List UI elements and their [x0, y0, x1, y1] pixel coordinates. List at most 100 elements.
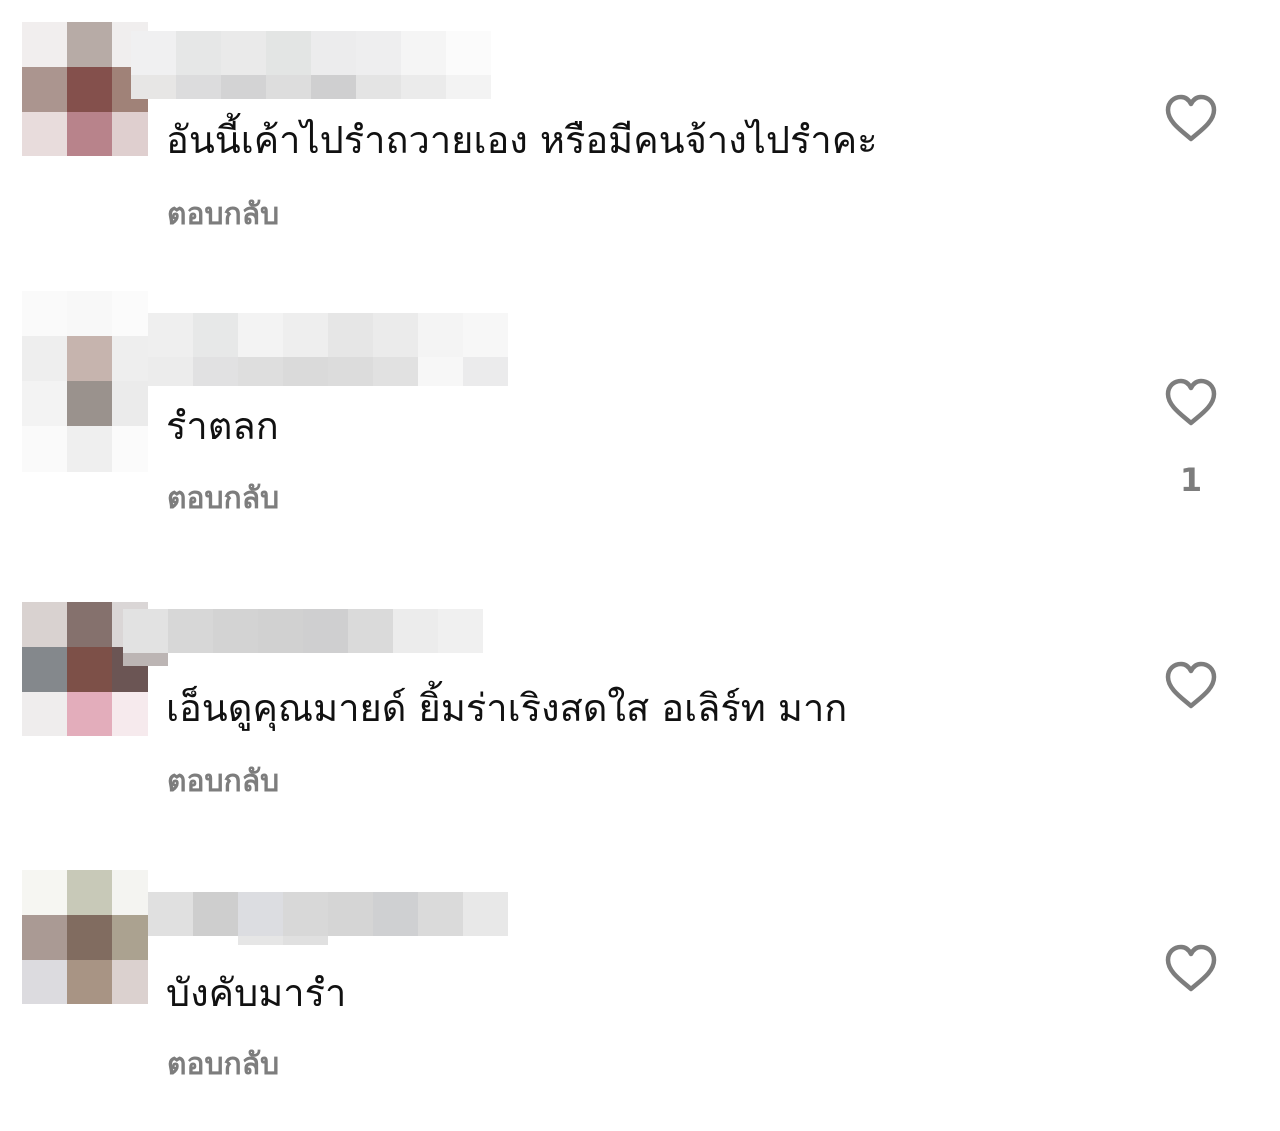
avatar-pixel	[22, 381, 67, 426]
username-pixel	[303, 609, 348, 653]
username-pixel	[148, 313, 193, 357]
avatar[interactable]	[22, 291, 148, 472]
username-pixel	[238, 892, 283, 936]
username-blurred[interactable]	[131, 31, 491, 99]
username-pixel	[193, 892, 238, 936]
comment-item: อันนี้เค้าไปรำถวายเอง หรือมีคนจ้างไปรำคะ…	[0, 0, 1280, 250]
avatar-pixel	[112, 915, 148, 960]
username-blurred[interactable]	[148, 313, 508, 386]
username-pixel	[213, 653, 258, 666]
avatar-pixel	[22, 112, 67, 156]
like-button[interactable]	[1164, 94, 1218, 144]
username-pixel	[258, 609, 303, 653]
username-pixel	[148, 357, 193, 386]
avatar-pixel	[112, 291, 148, 336]
username-pixel	[446, 31, 491, 75]
username-pixel	[393, 609, 438, 653]
username-pixel	[463, 892, 508, 936]
username-pixel	[373, 357, 418, 386]
avatar-pixel	[67, 692, 112, 736]
username-pixel	[348, 653, 393, 666]
reply-button[interactable]: ตอบกลับ	[167, 1045, 279, 1085]
username-pixel	[283, 357, 328, 386]
username-pixel	[283, 313, 328, 357]
like-button[interactable]	[1164, 944, 1218, 994]
avatar-pixel	[22, 602, 67, 647]
comments-list: อันนี้เค้าไปรำถวายเอง หรือมีคนจ้างไปรำคะ…	[0, 0, 1280, 1131]
username-pixel	[463, 936, 508, 945]
avatar-pixel	[67, 22, 112, 67]
username-blurred[interactable]	[123, 609, 525, 677]
avatar-pixel	[112, 870, 148, 915]
username-pixel	[373, 892, 418, 936]
username-blurred[interactable]	[148, 892, 549, 945]
avatar-pixel	[112, 426, 148, 472]
username-pixel	[168, 609, 213, 653]
avatar-pixel	[22, 336, 67, 381]
avatar[interactable]	[22, 870, 148, 1004]
username-pixel	[213, 609, 258, 653]
avatar-pixel	[67, 870, 112, 915]
username-pixel	[193, 357, 238, 386]
avatar-pixel	[22, 22, 67, 67]
reply-button[interactable]: ตอบกลับ	[167, 195, 279, 235]
username-pixel	[148, 892, 193, 936]
username-pixel	[328, 892, 373, 936]
username-pixel	[221, 31, 266, 75]
username-pixel	[373, 313, 418, 357]
reply-button[interactable]: ตอบกลับ	[167, 479, 279, 519]
username-pixel	[418, 313, 463, 357]
avatar-pixel	[112, 336, 148, 381]
avatar-pixel	[22, 291, 67, 336]
avatar-pixel	[22, 960, 67, 1004]
avatar-pixel	[67, 960, 112, 1004]
heart-outline-icon	[1165, 94, 1217, 142]
username-pixel	[148, 936, 193, 945]
comment-text: บังคับมารำ	[166, 971, 347, 1015]
username-pixel	[311, 31, 356, 75]
like-button[interactable]	[1164, 661, 1218, 711]
username-pixel	[283, 936, 328, 945]
username-pixel	[266, 75, 311, 99]
username-pixel	[238, 313, 283, 357]
avatar-pixel	[22, 426, 67, 472]
avatar-pixel	[67, 426, 112, 472]
avatar-pixel	[67, 602, 112, 647]
username-pixel	[418, 357, 463, 386]
avatar-pixel	[67, 381, 112, 426]
username-pixel	[176, 75, 221, 99]
username-pixel	[393, 653, 438, 666]
username-pixel	[283, 892, 328, 936]
heart-outline-icon	[1165, 378, 1217, 426]
avatar-pixel	[22, 870, 67, 915]
username-pixel	[418, 892, 463, 936]
like-button[interactable]	[1164, 378, 1218, 428]
username-pixel	[328, 357, 373, 386]
username-pixel	[221, 75, 266, 99]
username-pixel	[266, 31, 311, 75]
username-pixel	[238, 357, 283, 386]
avatar-pixel	[67, 336, 112, 381]
username-pixel	[401, 31, 446, 75]
username-pixel	[168, 653, 213, 666]
username-pixel	[131, 31, 176, 75]
comment-text: อันนี้เค้าไปรำถวายเอง หรือมีคนจ้างไปรำคะ	[166, 118, 878, 162]
avatar-pixel	[67, 647, 112, 692]
avatar-pixel	[22, 67, 67, 112]
username-pixel	[438, 653, 483, 666]
comment-item: บังคับมารำ ตอบกลับ	[0, 851, 1280, 1101]
comment-text: เอ็นดูคุณมายด์ ยิ้มร่าเริงสดใส อเลิร์ท ม…	[166, 686, 848, 730]
reply-button[interactable]: ตอบกลับ	[167, 762, 279, 802]
username-pixel	[123, 653, 168, 666]
heart-outline-icon	[1165, 661, 1217, 709]
username-pixel	[348, 609, 393, 653]
avatar-pixel	[67, 291, 112, 336]
username-pixel	[356, 31, 401, 75]
avatar-pixel	[22, 915, 67, 960]
avatar-pixel	[112, 381, 148, 426]
username-pixel	[463, 313, 508, 357]
avatar[interactable]	[22, 22, 148, 156]
username-pixel	[176, 31, 221, 75]
username-pixel	[418, 936, 463, 945]
avatar-pixel	[112, 960, 148, 1004]
